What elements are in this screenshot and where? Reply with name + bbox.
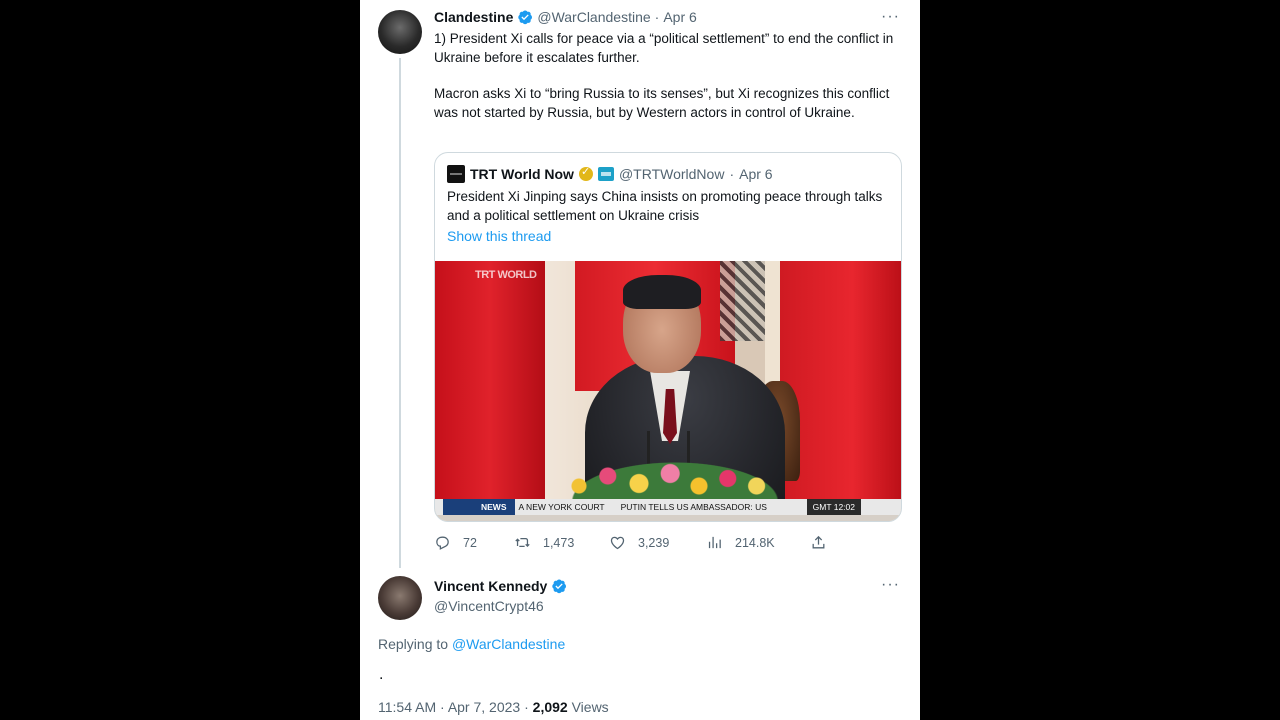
quoted-tweet-text: President Xi Jinping says China insists …: [447, 189, 883, 223]
affiliation-badge-icon: [597, 167, 614, 181]
tweet-date[interactable]: Apr 6: [663, 9, 696, 25]
show-thread-link[interactable]: Show this thread: [447, 228, 551, 244]
ticker-underbar: [435, 515, 901, 521]
replying-to-link[interactable]: @WarClandestine: [452, 636, 565, 652]
video-thumbnail[interactable]: TRT WORLD NEWS A NEW YORK COURT PUTIN TE…: [435, 261, 901, 521]
reply-views-label: Views: [571, 699, 609, 715]
retweet-button[interactable]: 1,473: [514, 534, 574, 551]
ticker-label: NEWS: [443, 499, 515, 515]
author-name[interactable]: Clandestine: [434, 9, 513, 25]
speaker-hair: [623, 275, 701, 309]
like-button[interactable]: 3,239: [609, 534, 669, 551]
tweet-action-bar: 72 1,473 3,239 214.8K: [434, 534, 834, 554]
tweet-text-paragraph-1: 1) President Xi calls for peace via a “p…: [434, 31, 894, 65]
reply-time[interactable]: 11:54 AM: [378, 699, 436, 715]
quoted-tweet-header: TRT World Now @TRTWorldNow · Apr 6: [447, 165, 773, 183]
background-painting: [720, 261, 770, 341]
retweet-icon: [515, 537, 530, 548]
reply-views-count: 2,092: [532, 699, 568, 715]
gold-verified-badge-icon: [578, 165, 593, 181]
share-icon: [812, 535, 825, 549]
views-button[interactable]: 214.8K: [706, 534, 775, 551]
views-count: 214.8K: [735, 535, 775, 550]
author-handle[interactable]: @WarClandestine: [537, 9, 650, 25]
separator-dot: ·: [524, 699, 529, 715]
reply-date[interactable]: Apr 7, 2023: [448, 699, 520, 715]
quoted-tweet-date[interactable]: Apr 6: [739, 166, 772, 182]
analytics-icon: [708, 536, 721, 549]
quoted-author-name[interactable]: TRT World Now: [470, 166, 574, 182]
reply-icon: [436, 536, 449, 550]
reply-author-handle[interactable]: @VincentCrypt46: [434, 598, 544, 614]
ticker-story: PUTIN TELLS US AMBASSADOR: US: [620, 502, 767, 512]
separator-dot: ·: [729, 166, 735, 182]
separator-dot: ·: [654, 9, 660, 25]
ticker-story: A NEW YORK COURT: [518, 502, 605, 512]
reply-metadata: 11:54 AM · Apr 7, 2023 · 2,092 Views: [378, 699, 609, 715]
like-count: 3,239: [638, 535, 670, 550]
news-ticker: NEWS A NEW YORK COURT PUTIN TELLS US AMB…: [435, 499, 901, 515]
verified-badge-icon: [518, 10, 533, 25]
quoted-tweet-card[interactable]: TRT World Now @TRTWorldNow · Apr 6 Presi…: [434, 152, 902, 522]
reply-count: 72: [463, 535, 477, 550]
quoted-author-handle[interactable]: @TRTWorldNow: [619, 166, 725, 182]
reply-author-avatar[interactable]: [378, 576, 422, 620]
trt-logo-avatar-icon: [447, 165, 465, 183]
reply-button[interactable]: 72: [434, 534, 477, 551]
reply-header: Vincent Kennedy: [434, 578, 567, 594]
retweet-count: 1,473: [543, 535, 575, 550]
replying-to-prefix: Replying to: [378, 636, 449, 652]
thread-connector-line: [399, 58, 401, 568]
reply-author-name[interactable]: Vincent Kennedy: [434, 578, 547, 594]
separator-dot: ·: [440, 699, 445, 715]
verified-badge-icon: [552, 579, 567, 594]
more-options-icon[interactable]: ···: [881, 8, 900, 26]
tweet-text-paragraph-2: Macron asks Xi to “bring Russia to its s…: [434, 86, 890, 120]
author-avatar[interactable]: [378, 10, 422, 54]
share-button[interactable]: [810, 534, 827, 551]
replying-to-line: Replying to @WarClandestine: [378, 636, 565, 652]
heart-icon: [610, 536, 625, 550]
channel-watermark: TRT WORLD: [475, 269, 537, 281]
flag-left: [435, 261, 545, 501]
more-options-icon[interactable]: ···: [881, 576, 900, 594]
tweet-thread-panel: Clandestine @WarClandestine · Apr 6 ··· …: [360, 0, 920, 720]
tweet-header: Clandestine @WarClandestine · Apr 6: [434, 9, 697, 25]
reply-text: .: [379, 666, 384, 683]
ticker-clock: GMT 12:02: [806, 499, 861, 515]
